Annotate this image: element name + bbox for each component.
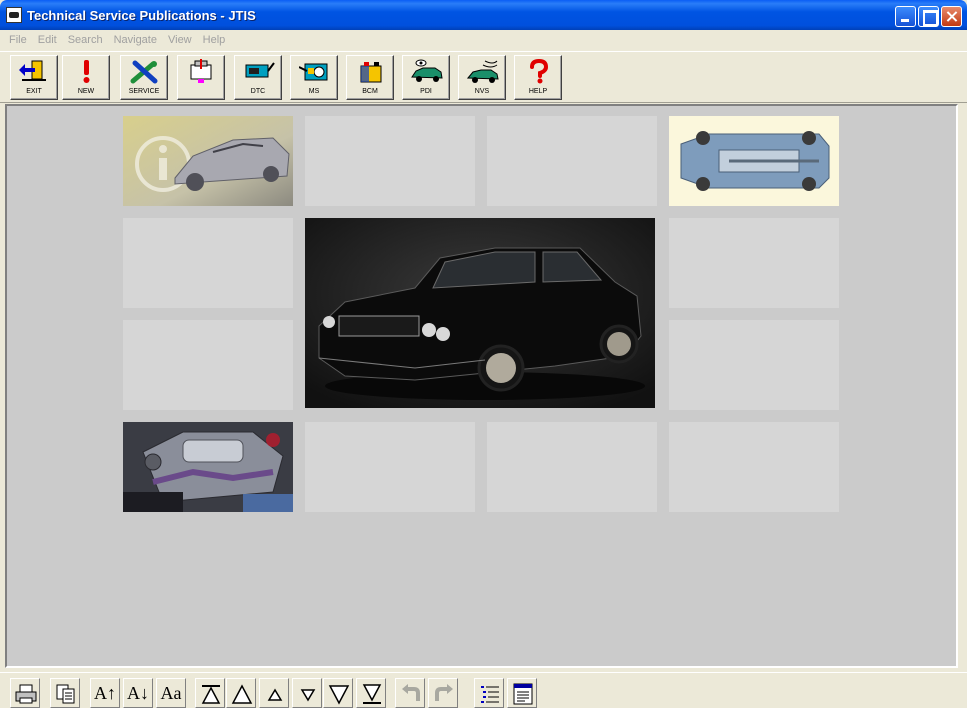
ms-button[interactable]: MS (290, 55, 338, 100)
blank-tile-r4c4 (669, 422, 839, 512)
next-section-icon (328, 685, 350, 705)
dtc-button[interactable]: DTC (234, 55, 282, 100)
contents-list-button[interactable] (474, 678, 504, 708)
service-button[interactable]: SERVICE (120, 55, 168, 100)
question-mark-icon (530, 59, 549, 84)
bottom-toolbar: A↑ A↓ Aa (0, 672, 967, 708)
font-decrease-button[interactable]: A↓ (123, 678, 153, 708)
featured-car-photo (305, 218, 655, 408)
menu-view[interactable]: View (163, 34, 197, 46)
pdi-label: PDI (420, 88, 432, 95)
nvs-label: NVS (474, 88, 490, 95)
copy-icon (56, 684, 75, 704)
service-label: SERVICE (128, 88, 160, 95)
blank-tile-r3c1 (123, 320, 293, 410)
wrench-icon (130, 60, 158, 84)
font-toggle-icon: Aa (160, 683, 182, 703)
new-button[interactable]: NEW (62, 55, 110, 100)
close-button[interactable] (941, 6, 962, 27)
blank-tile-r2c1 (123, 218, 293, 308)
font-increase-button[interactable]: A↑ (90, 678, 120, 708)
title-bar[interactable]: Technical Service Publications - JTIS (0, 0, 967, 30)
bcm-label: BCM (362, 88, 378, 95)
exclamation-icon (83, 60, 90, 83)
next-page-button[interactable] (292, 678, 322, 708)
undo-icon (402, 684, 420, 701)
font-decrease-icon: A↓ (127, 683, 149, 703)
redo-icon (435, 684, 453, 701)
engine-bay-image (123, 422, 293, 512)
car-inspection-icon (411, 59, 443, 82)
menu-file[interactable]: File (4, 34, 32, 46)
print-button[interactable] (10, 678, 40, 708)
menu-search[interactable]: Search (63, 34, 108, 46)
copy-button[interactable] (50, 678, 80, 708)
exit-label: EXIT (26, 88, 42, 95)
car-sound-icon (467, 60, 499, 83)
blank-tile-r4c2 (305, 422, 475, 512)
help-label: HELP (528, 88, 548, 95)
document-button[interactable] (507, 678, 537, 708)
exit-button[interactable]: EXIT (10, 55, 58, 100)
black-sedan-image (305, 218, 655, 408)
help-button[interactable]: HELP (514, 55, 562, 100)
engine-diagnostic-button[interactable] (177, 55, 225, 100)
previous-section-icon (231, 684, 253, 704)
first-page-button[interactable] (195, 678, 225, 708)
undo-button (395, 678, 425, 708)
nvs-button[interactable]: NVS (458, 55, 506, 100)
oscilloscope-icon (299, 63, 328, 81)
menu-bar: File Edit Search Navigate View Help (0, 30, 967, 50)
chassis-image (669, 116, 839, 206)
menu-navigate[interactable]: Navigate (109, 34, 162, 46)
blank-tile-r2c4 (669, 218, 839, 308)
dtc-label: DTC (250, 88, 266, 95)
chassis-tile[interactable] (669, 116, 839, 206)
new-label: NEW (77, 88, 95, 95)
app-icon[interactable] (6, 7, 22, 23)
contents-list-icon (481, 686, 499, 703)
main-toolbar: EXIT NEW SERVICE DTC MS BCM PDI NVS HELP (0, 51, 967, 103)
menu-edit[interactable]: Edit (33, 34, 62, 46)
blank-tile-r3c4 (669, 320, 839, 410)
previous-page-button[interactable] (259, 678, 289, 708)
exit-door-icon (19, 60, 46, 81)
document-icon (513, 683, 533, 705)
redo-button (428, 678, 458, 708)
application-window: Technical Service Publications - JTIS Fi… (0, 0, 967, 708)
bcm-button[interactable]: BCM (346, 55, 394, 100)
print-icon (15, 684, 37, 704)
previous-page-icon (267, 688, 283, 701)
menu-help[interactable]: Help (198, 34, 231, 46)
battery-icon (360, 62, 382, 83)
pdi-button[interactable]: PDI (402, 55, 450, 100)
minimize-button[interactable] (895, 6, 916, 27)
engine-tile[interactable] (123, 422, 293, 512)
previous-section-button[interactable] (226, 678, 256, 708)
window-title: Technical Service Publications - JTIS (27, 8, 256, 23)
maximize-button[interactable] (918, 6, 939, 27)
ms-label: MS (308, 88, 320, 95)
technical-info-tile[interactable] (123, 116, 293, 206)
blank-tile-r4c3 (487, 422, 657, 512)
engine-diagnostic-icon (190, 59, 212, 83)
next-page-icon (300, 689, 316, 702)
blank-tile-r1c3 (487, 116, 657, 206)
content-area (5, 104, 958, 668)
next-section-button[interactable] (323, 678, 353, 708)
font-toggle-button[interactable]: Aa (156, 678, 186, 708)
blank-tile-r1c2 (305, 116, 475, 206)
last-page-button[interactable] (356, 678, 386, 708)
technical-info-car-image (123, 116, 293, 206)
last-page-icon (362, 684, 382, 704)
font-increase-icon: A↑ (94, 683, 116, 703)
first-page-icon (201, 685, 221, 704)
dtc-tester-icon (245, 62, 275, 78)
